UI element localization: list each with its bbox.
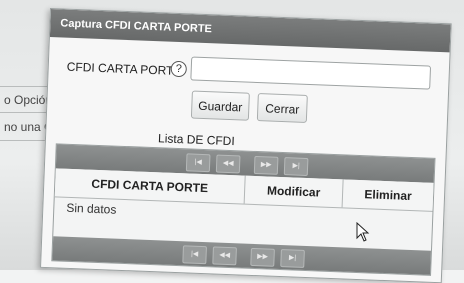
first-page-icon[interactable]: |◀ bbox=[185, 153, 211, 173]
column-header-modificar[interactable]: Modificar bbox=[244, 175, 344, 208]
save-button[interactable]: Guardar bbox=[190, 90, 250, 121]
field-label: CFDI CARTA PORTE bbox=[66, 59, 182, 79]
last-page-icon[interactable]: ▶| bbox=[280, 249, 305, 268]
list-title: Lista DE CFDI bbox=[157, 131, 235, 149]
previous-page-icon[interactable]: ◀◀ bbox=[212, 246, 237, 266]
cfdi-grid: |◀ ◀◀ ▶▶ ▶| CFDI CARTA PORTE Modificar E… bbox=[51, 143, 436, 276]
pager-bottom: |◀ ◀◀ ▶▶ ▶| bbox=[52, 236, 431, 275]
cfdi-carta-porte-input[interactable] bbox=[190, 56, 432, 90]
next-page-icon[interactable]: ▶▶ bbox=[253, 155, 279, 175]
close-button[interactable]: Cerrar bbox=[256, 93, 308, 123]
mouse-pointer-icon bbox=[356, 222, 370, 242]
column-header-eliminar[interactable]: Eliminar bbox=[343, 179, 434, 210]
help-icon[interactable]: ? bbox=[170, 60, 188, 78]
first-page-icon[interactable]: |◀ bbox=[182, 245, 207, 265]
previous-page-icon[interactable]: ◀◀ bbox=[215, 154, 241, 174]
capture-dialog: Captura CFDI CARTA PORTE CFDI CARTA PORT… bbox=[40, 8, 452, 283]
last-page-icon[interactable]: ▶| bbox=[283, 157, 309, 177]
next-page-icon[interactable]: ▶▶ bbox=[250, 247, 275, 267]
background-text: o Opción bbox=[4, 93, 53, 107]
